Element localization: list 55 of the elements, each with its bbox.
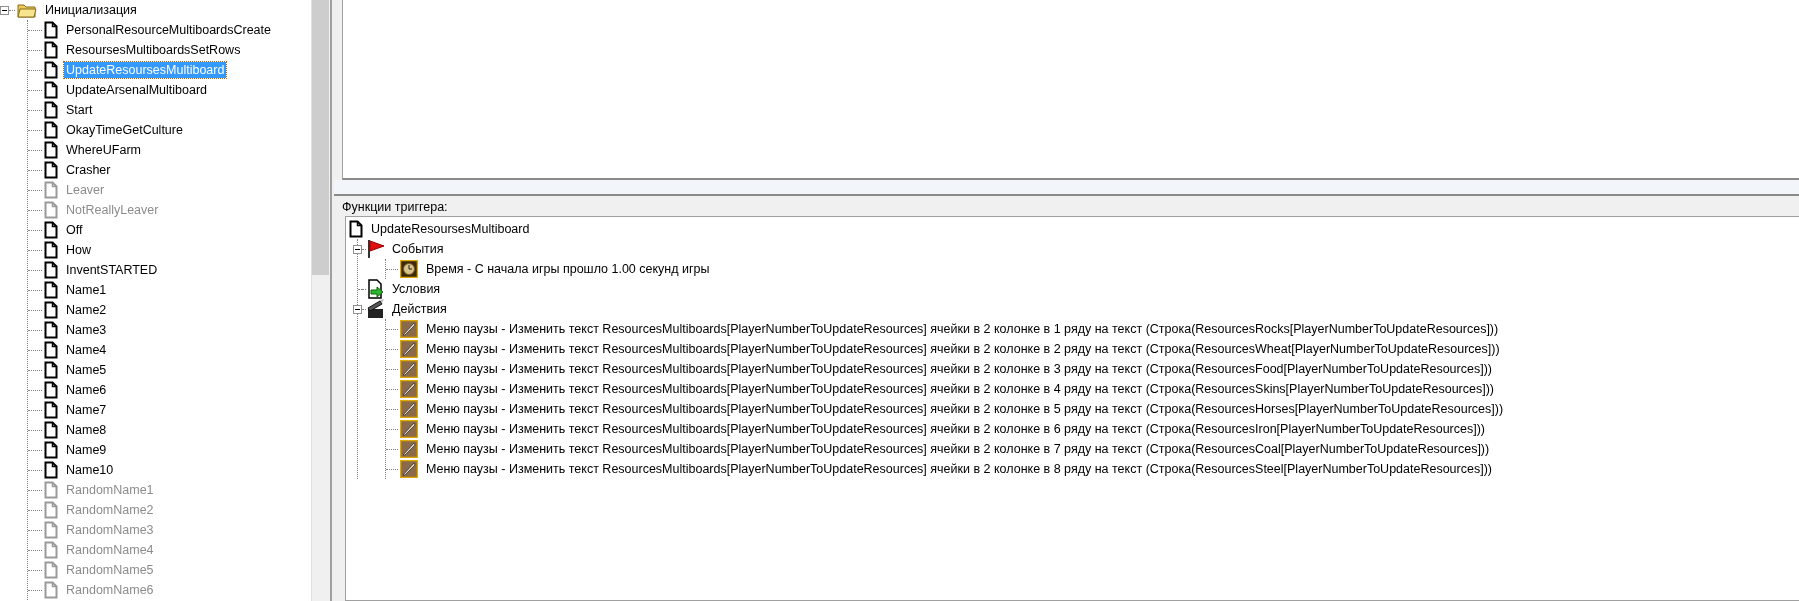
trigger-item[interactable]: Name2 xyxy=(64,302,109,318)
quill-icon xyxy=(400,360,418,378)
function-item[interactable]: Меню паузы - Изменить текст ResourcesMultiboards[PlayerNumberToUpdateResources] ячейки в 2 колонке в 2 ряду на текст (Строка(ResourcesWheat[PlayerNumberToUpdateResources])) xyxy=(424,341,1502,357)
trigger-item[interactable]: Name8 xyxy=(64,422,109,438)
section-label[interactable]: События xyxy=(390,241,446,257)
function-item[interactable]: Меню паузы - Изменить текст ResourcesMultiboards[PlayerNumberToUpdateResources] ячейки в 2 колонке в 5 ряду на текст (Строка(ResourcesHorses[PlayerNumberToUpdateResources])) xyxy=(424,401,1506,417)
trigger-item[interactable]: Off xyxy=(64,222,85,238)
document-arrow-icon xyxy=(366,279,386,299)
scrollbar[interactable] xyxy=(311,0,330,601)
trigger-item[interactable]: Name10 xyxy=(64,462,116,478)
quill-icon xyxy=(400,380,418,398)
quill-icon xyxy=(400,420,418,438)
collapse-icon[interactable] xyxy=(353,304,362,314)
trigger-item[interactable]: OkayTimeGetCulture xyxy=(64,122,185,138)
trigger-item[interactable]: Name6 xyxy=(64,382,109,398)
function-item[interactable]: Меню паузы - Изменить текст ResourcesMultiboards[PlayerNumberToUpdateResources] ячейки в 2 колонке в 4 ряду на текст (Строка(ResourcesSkins[PlayerNumberToUpdateResources])) xyxy=(424,381,1497,397)
functions-label: Функции триггера: xyxy=(342,200,448,214)
trigger-item[interactable]: UpdateArsenalMultiboard xyxy=(64,82,210,98)
trigger-item[interactable]: How xyxy=(64,242,93,258)
clock-icon xyxy=(400,260,418,278)
function-item[interactable]: Меню паузы - Изменить текст ResourcesMultiboards[PlayerNumberToUpdateResources] ячейки в 2 колонке в 6 ряду на текст (Строка(ResourcesIron[PlayerNumberToUpdateResources])) xyxy=(424,421,1487,437)
trigger-item[interactable]: Start xyxy=(64,102,95,118)
flag-icon xyxy=(366,239,386,259)
function-item[interactable]: Время - С начала игры прошло 1.00 секунд игры xyxy=(424,261,712,277)
quill-icon xyxy=(400,440,418,458)
trigger-item[interactable]: Name1 xyxy=(64,282,109,298)
clapperboard-icon xyxy=(366,299,386,319)
folder-icon xyxy=(17,2,37,18)
trigger-item[interactable]: WhereUFarm xyxy=(64,142,143,158)
trigger-item[interactable]: Crasher xyxy=(64,162,113,178)
function-item[interactable]: Меню паузы - Изменить текст ResourcesMultiboards[PlayerNumberToUpdateResources] ячейки в 2 колонке в 7 ряду на текст (Строка(ResourcesCoal[PlayerNumberToUpdateResources])) xyxy=(424,441,1492,457)
quill-icon xyxy=(400,400,418,418)
trigger-item[interactable]: InventSTARTED xyxy=(64,262,160,278)
trigger-name[interactable]: UpdateResoursesMultiboard xyxy=(369,221,532,237)
section-label[interactable]: Условия xyxy=(390,281,443,297)
section-label[interactable]: Действия xyxy=(390,301,449,317)
quill-icon xyxy=(400,340,418,358)
function-item[interactable]: Меню паузы - Изменить текст ResourcesMultiboards[PlayerNumberToUpdateResources] ячейки в 2 колонке в 8 ряду на текст (Строка(ResourcesSteel[PlayerNumberToUpdateResources])) xyxy=(424,461,1494,477)
quill-icon xyxy=(400,460,418,478)
function-item[interactable]: Меню паузы - Изменить текст ResourcesMultiboards[PlayerNumberToUpdateResources] ячейки в 2 колонке в 3 ряду на текст (Строка(ResourcesFood[PlayerNumberToUpdateResources])) xyxy=(424,361,1494,377)
trigger-item[interactable]: ResoursesMultiboardsSetRows xyxy=(64,42,243,58)
collapse-icon[interactable] xyxy=(0,5,9,15)
scrollbar-thumb[interactable] xyxy=(312,0,329,275)
trigger-item[interactable]: Name4 xyxy=(64,342,109,358)
trigger-item[interactable]: Name3 xyxy=(64,322,109,338)
folder-label[interactable]: Инициализация xyxy=(43,2,139,18)
trigger-item[interactable]: Name9 xyxy=(64,442,109,458)
function-item[interactable]: Меню паузы - Изменить текст ResourcesMultiboards[PlayerNumberToUpdateResources] ячейки в 2 колонке в 1 ряду на текст (Строка(ResourcesRocks[PlayerNumberToUpdateResources])) xyxy=(424,321,1501,337)
document-icon xyxy=(349,220,363,238)
splitter-bar[interactable] xyxy=(334,180,1799,196)
trigger-item[interactable]: Name7 xyxy=(64,402,109,418)
quill-icon xyxy=(400,320,418,338)
trigger-item[interactable]: Name5 xyxy=(64,362,109,378)
collapse-icon[interactable] xyxy=(353,244,362,254)
trigger-item[interactable]: PersonalResourceMultiboardsCreate xyxy=(64,22,273,38)
